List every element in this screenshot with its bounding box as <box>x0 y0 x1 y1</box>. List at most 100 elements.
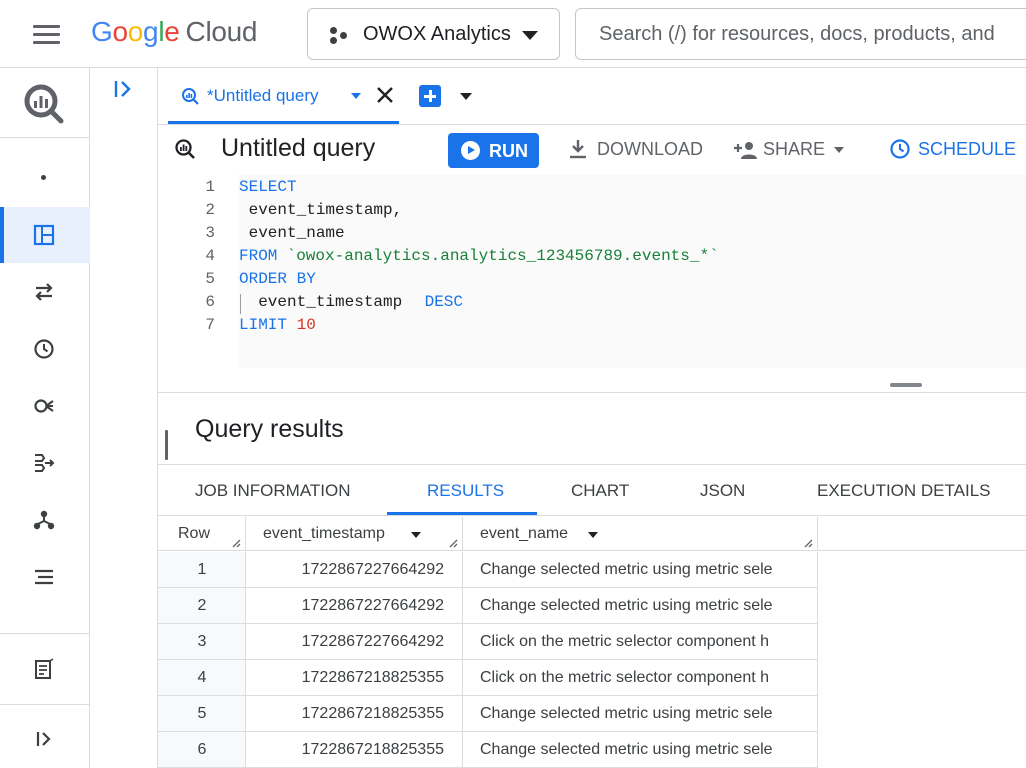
chevron-down-icon <box>834 147 844 153</box>
sql-editor: 1 SELECT 2 event_timestamp, 3 event_name… <box>158 175 1026 393</box>
chevron-down-icon <box>522 31 538 40</box>
transfers-icon <box>35 283 53 301</box>
new-query-button[interactable] <box>419 85 441 107</box>
timestamp-cell[interactable]: 1722867227664292 <box>246 624 463 659</box>
line-number: 2 <box>205 201 215 219</box>
analytics-hub-icon <box>34 399 54 413</box>
divider <box>0 633 90 634</box>
results-title: Query results <box>195 415 344 443</box>
column-header-row[interactable]: Row <box>158 517 246 551</box>
main-menu-icon[interactable] <box>33 25 60 45</box>
query-icon <box>182 88 199 105</box>
indent-guide <box>240 294 241 314</box>
sort-chevron-icon[interactable] <box>411 532 421 538</box>
table-row[interactable]: 2 1722867227664292 Change selected metri… <box>158 588 818 624</box>
table-header: Row event_timestamp event_name <box>158 517 1026 551</box>
close-icon[interactable] <box>374 84 396 106</box>
run-button[interactable]: RUN <box>448 133 539 168</box>
query-icon <box>175 139 195 159</box>
results-table: Row event_timestamp event_name 1 1722867… <box>158 517 1026 768</box>
panel-drag-handle[interactable] <box>165 430 168 460</box>
project-picker[interactable]: OWOX Analytics <box>307 8 560 60</box>
tab-label: *Untitled query <box>207 86 319 105</box>
table-row[interactable]: 5 1722867218825355 Change selected metri… <box>158 696 818 732</box>
code-line: event_timestamp <box>239 293 403 311</box>
nav-scheduled-queries[interactable] <box>0 321 90 377</box>
line-number: 7 <box>205 316 215 334</box>
column-resize-icon[interactable] <box>803 538 813 548</box>
tab-untitled-query[interactable]: *Untitled query <box>168 68 399 124</box>
timestamp-cell[interactable]: 1722867227664292 <box>246 552 463 587</box>
tab-results[interactable]: RESULTS <box>387 465 537 515</box>
column-resize-icon[interactable] <box>231 538 241 548</box>
code-line: ORDER BY <box>239 270 316 288</box>
timestamp-cell[interactable]: 1722867218825355 <box>246 696 463 731</box>
row-number-cell: 2 <box>158 588 246 623</box>
table-row[interactable]: 6 1722867218825355 Change selected metri… <box>158 732 818 768</box>
bigquery-logo-icon[interactable] <box>22 82 66 126</box>
expand-explorer-icon[interactable] <box>112 78 136 100</box>
timestamp-cell[interactable]: 1722867218825355 <box>246 660 463 695</box>
project-icon <box>330 26 350 46</box>
download-button[interactable]: DOWNLOAD <box>568 138 703 162</box>
download-label: DOWNLOAD <box>597 139 704 159</box>
scheduled-queries-icon <box>34 339 54 359</box>
event-name-cell[interactable]: Change selected metric using metric sele <box>463 588 817 623</box>
nav-release-notes[interactable] <box>0 641 90 697</box>
header-filler <box>818 517 1026 551</box>
tab-job-information[interactable]: JOB INFORMATION <box>195 465 360 515</box>
nav-pipelines[interactable] <box>0 492 90 548</box>
event-name-cell[interactable]: Change selected metric using metric sele <box>463 732 817 767</box>
tab-json[interactable]: JSON <box>700 465 760 515</box>
tab-execution-details[interactable]: EXECUTION DETAILS <box>817 465 997 515</box>
project-name: OWOX Analytics <box>363 23 511 45</box>
tab-menu-chevron-icon[interactable] <box>351 93 361 99</box>
column-header-event-name[interactable]: event_name <box>463 517 818 551</box>
nav-analytics-hub[interactable] <box>0 378 90 434</box>
column-resize-icon[interactable] <box>448 538 458 548</box>
new-query-menu-chevron-icon[interactable] <box>460 93 472 100</box>
code-keyword: DESC <box>415 293 464 311</box>
google-cloud-logo[interactable]: Google Cloud <box>91 16 258 48</box>
editor-resize-handle[interactable] <box>890 383 922 387</box>
divider <box>0 704 90 705</box>
explorer-collapsed-rail <box>90 68 158 768</box>
share-label: SHARE <box>763 139 826 159</box>
code-line: event_name <box>239 224 345 242</box>
nav-data-transfers[interactable] <box>0 264 90 320</box>
nav-expand[interactable] <box>0 711 90 767</box>
code-number: 10 <box>287 316 316 334</box>
row-number-cell: 1 <box>158 552 246 587</box>
row-number-cell: 6 <box>158 732 246 767</box>
release-notes-icon <box>35 658 54 679</box>
dataform-icon <box>35 454 55 472</box>
share-button[interactable]: SHARE <box>733 138 851 162</box>
event-name-cell[interactable]: Change selected metric using metric sele <box>463 552 817 587</box>
schedule-button[interactable]: SCHEDULE <box>889 138 1016 162</box>
query-toolbar: Untitled query RUN DOWNLOAD SHARE SCHEDU… <box>158 125 1026 175</box>
table-row[interactable]: 3 1722867227664292 Click on the metric s… <box>158 624 818 660</box>
table-row[interactable]: 4 1722867218825355 Click on the metric s… <box>158 660 818 696</box>
event-name-cell[interactable]: Click on the metric selector component h <box>463 624 817 659</box>
sort-chevron-icon[interactable] <box>588 532 598 538</box>
timestamp-cell[interactable]: 1722867227664292 <box>246 588 463 623</box>
line-number: 4 <box>205 247 215 265</box>
event-name-cell[interactable]: Click on the metric selector component h <box>463 660 817 695</box>
row-number-cell: 5 <box>158 696 246 731</box>
nav-dataform[interactable] <box>0 435 90 491</box>
code-keyword: LIMIT <box>239 316 288 334</box>
line-number: 6 <box>205 293 215 311</box>
event-name-cell[interactable]: Change selected metric using metric sele <box>463 696 817 731</box>
column-header-event-timestamp[interactable]: event_timestamp <box>246 517 463 551</box>
search-input[interactable]: Search (/) for resources, docs, products… <box>575 8 1026 60</box>
timestamp-cell[interactable]: 1722867218825355 <box>246 732 463 767</box>
row-number-cell: 3 <box>158 624 246 659</box>
nav-studio[interactable] <box>0 207 90 263</box>
tab-chart[interactable]: CHART <box>571 465 641 515</box>
line-number: 1 <box>205 178 215 196</box>
download-icon <box>570 140 586 159</box>
clock-icon <box>890 139 910 159</box>
table-row[interactable]: 1 1722867227664292 Change selected metri… <box>158 552 818 588</box>
search-placeholder: Search (/) for resources, docs, products… <box>599 23 995 45</box>
nav-settings[interactable] <box>0 549 90 605</box>
